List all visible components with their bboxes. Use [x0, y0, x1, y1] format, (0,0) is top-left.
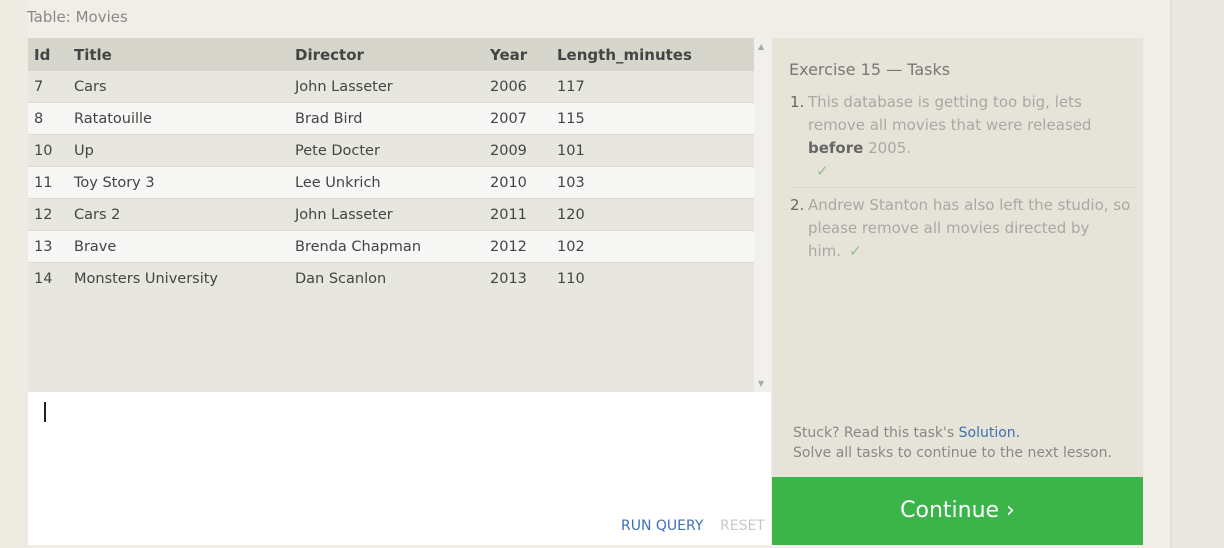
table-row: 10 Up Pete Docter 2009 101 — [28, 134, 754, 167]
scroll-down-arrow-icon[interactable]: ▼ — [758, 379, 764, 388]
continue-button[interactable]: Continue › — [772, 477, 1143, 545]
table-label: Table: Movies — [27, 8, 128, 26]
table-row: 14 Monsters University Dan Scanlon 2013 … — [28, 262, 754, 294]
table-row: 12 Cars 2 John Lasseter 2011 120 — [28, 198, 754, 231]
table-row: 7 Cars John Lasseter 2006 117 — [28, 71, 754, 103]
table-row: 11 Toy Story 3 Lee Unkrich 2010 103 — [28, 166, 754, 199]
column-header-id: Id — [28, 38, 74, 71]
cell-length: 102 — [557, 230, 754, 263]
cell-director: Brenda Chapman — [295, 230, 490, 263]
cell-id: 14 — [28, 262, 74, 294]
page-gutter — [1170, 0, 1224, 548]
solution-link[interactable]: Solution. — [959, 425, 1020, 441]
task-list: 1. This database is getting too big, let… — [790, 91, 1136, 263]
cell-year: 2006 — [490, 71, 557, 103]
stuck-help: Stuck? Read this task's Solution. Solve … — [793, 423, 1112, 463]
cell-title: Ratatouille — [74, 102, 295, 135]
cell-year: 2013 — [490, 262, 557, 294]
results-table-panel: Id Title Director Year Length_minutes 7 … — [28, 38, 771, 392]
task-item: 1. This database is getting too big, let… — [790, 91, 1136, 188]
results-scrollbar[interactable]: ▲ ▼ — [754, 38, 771, 392]
cell-title: Cars — [74, 71, 295, 103]
column-header-year: Year — [490, 38, 557, 71]
cell-director: Dan Scanlon — [295, 262, 490, 294]
cell-length: 103 — [557, 166, 754, 199]
task-text-bold: before — [808, 139, 864, 157]
cell-director: Lee Unkrich — [295, 166, 490, 199]
task-text-end: 2005. — [863, 139, 912, 157]
cell-title: Cars 2 — [74, 198, 295, 231]
sql-query-editor[interactable]: RUN QUERY RESET — [28, 392, 771, 545]
task-text: This database is getting too big, lets r… — [808, 93, 1092, 134]
task-number: 2. — [790, 196, 805, 214]
cell-director: Brad Bird — [295, 102, 490, 135]
cell-length: 117 — [557, 71, 754, 103]
cell-title: Brave — [74, 230, 295, 263]
run-query-button[interactable]: RUN QUERY — [621, 518, 703, 534]
cell-year: 2007 — [490, 102, 557, 135]
column-header-length: Length_minutes — [557, 38, 754, 71]
cell-id: 10 — [28, 134, 74, 167]
column-header-director: Director — [295, 38, 490, 71]
cell-year: 2012 — [490, 230, 557, 263]
checkmark-icon: ✓ — [816, 162, 829, 180]
cell-id: 7 — [28, 71, 74, 103]
table-header-row: Id Title Director Year Length_minutes — [28, 38, 754, 71]
stuck-text: Stuck? Read this task's — [793, 425, 959, 441]
table-row: 8 Ratatouille Brad Bird 2007 115 — [28, 102, 754, 135]
tasks-panel: Exercise 15 — Tasks 1. This database is … — [772, 38, 1143, 477]
cell-id: 11 — [28, 166, 74, 199]
tasks-title: Exercise 15 — Tasks — [789, 60, 951, 79]
cell-year: 2011 — [490, 198, 557, 231]
reset-button[interactable]: RESET — [720, 518, 765, 534]
cell-year: 2010 — [490, 166, 557, 199]
cell-id: 13 — [28, 230, 74, 263]
solve-all-text: Solve all tasks to continue to the next … — [793, 445, 1112, 461]
page-margin — [0, 0, 28, 548]
results-table: Id Title Director Year Length_minutes 7 … — [28, 38, 754, 294]
cell-length: 101 — [557, 134, 754, 167]
cell-length: 115 — [557, 102, 754, 135]
cell-id: 12 — [28, 198, 74, 231]
column-header-title: Title — [74, 38, 295, 71]
task-item: 2. Andrew Stanton has also left the stud… — [790, 194, 1136, 263]
scroll-up-arrow-icon[interactable]: ▲ — [758, 42, 764, 51]
cell-title: Monsters University — [74, 262, 295, 294]
cell-length: 110 — [557, 262, 754, 294]
cell-title: Toy Story 3 — [74, 166, 295, 199]
cell-director: John Lasseter — [295, 198, 490, 231]
cell-id: 8 — [28, 102, 74, 135]
cell-year: 2009 — [490, 134, 557, 167]
task-number: 1. — [790, 93, 805, 111]
text-cursor — [44, 402, 46, 422]
cell-director: Pete Docter — [295, 134, 490, 167]
cell-title: Up — [74, 134, 295, 167]
cell-length: 120 — [557, 198, 754, 231]
cell-director: John Lasseter — [295, 71, 490, 103]
table-row: 13 Brave Brenda Chapman 2012 102 — [28, 230, 754, 263]
checkmark-icon: ✓ — [849, 242, 862, 260]
